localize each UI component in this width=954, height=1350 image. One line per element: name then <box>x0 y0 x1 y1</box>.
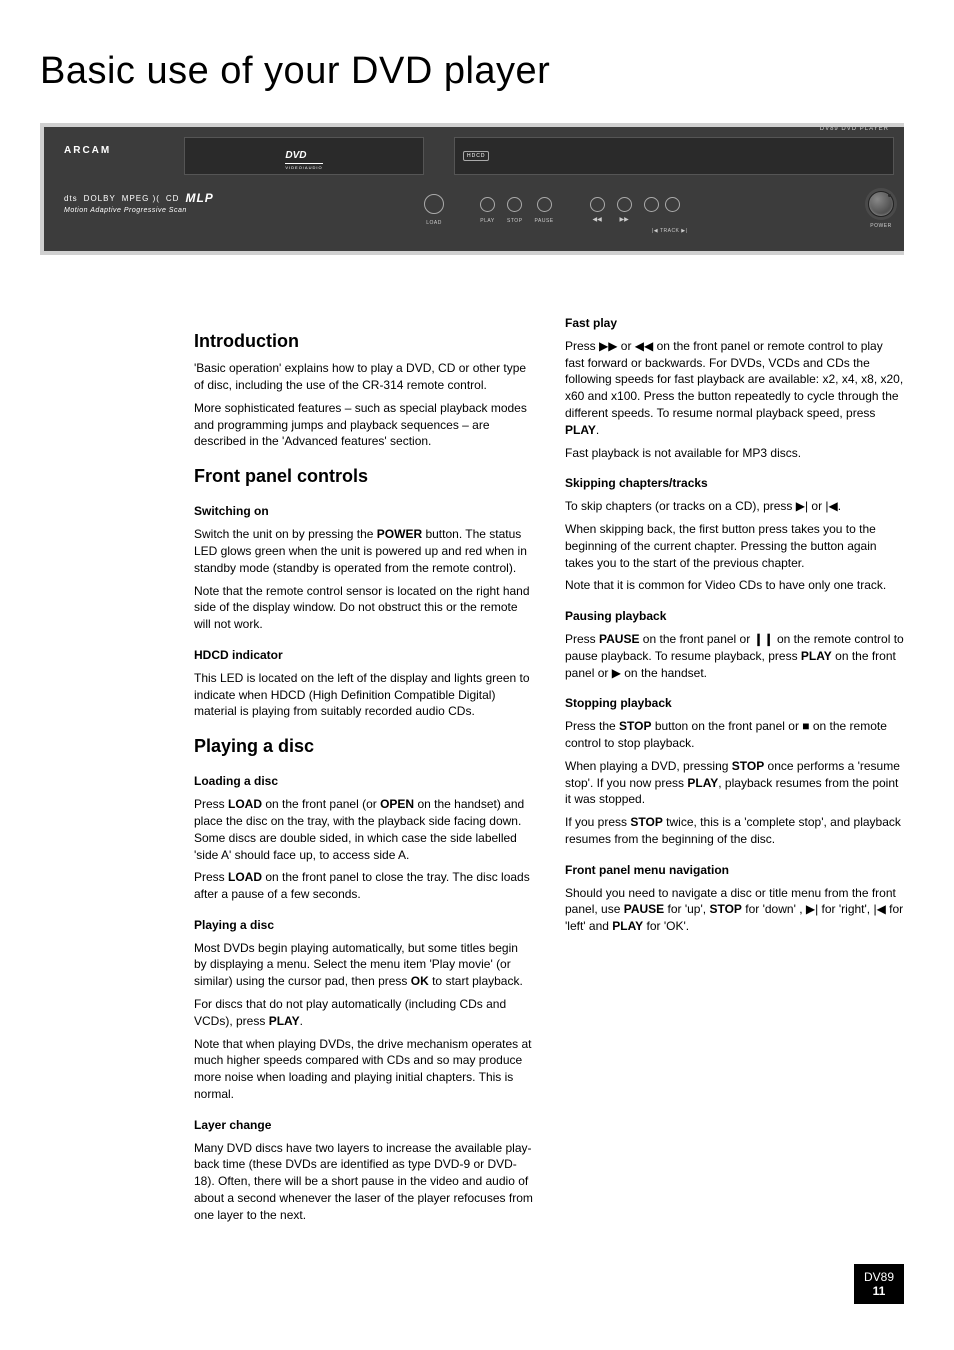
disc-tray: DVD VIDEO/AUDIO <box>184 137 424 175</box>
stop-p2: When playing a DVD, pressing STOP once p… <box>565 758 904 808</box>
stop-p1: Press the STOP button on the front panel… <box>565 718 904 752</box>
layer-heading: Layer change <box>194 1117 533 1134</box>
page-title: Basic use of your DVD player <box>40 50 904 93</box>
intro-p1: 'Basic operation' explains how to play a… <box>194 360 533 394</box>
menu-nav-p: Should you need to navigate a disc or ti… <box>565 885 904 935</box>
hdcd-p: This LED is located on the left of the d… <box>194 670 533 720</box>
dvd-logo: DVD <box>285 150 306 161</box>
playing-p1: Most DVDs begin playing automatically, b… <box>194 940 533 990</box>
power-button[interactable]: POWER <box>868 191 894 229</box>
skip-p1: To skip chapters (or tracks on a CD), pr… <box>565 498 904 515</box>
page-number: 11 <box>864 1284 894 1298</box>
track-label: |◀ TRACK ▶| <box>652 228 687 234</box>
model-label: DV89 DVD PLAYER <box>820 126 889 132</box>
switching-on-heading: Switching on <box>194 503 533 520</box>
layer-p: Many DVD discs have two layers to increa… <box>194 1140 533 1224</box>
switching-on-p1: Switch the unit on by pressing the POWER… <box>194 526 533 576</box>
stop-heading: Stopping playback <box>565 695 904 712</box>
loading-p2: Press LOAD on the front panel to close t… <box>194 869 533 903</box>
format-badges: dts DOLBY MPEG )( CD MLP <box>64 191 424 205</box>
hdcd-heading: HDCD indicator <box>194 647 533 664</box>
fast-p2: Fast playback is not available for MP3 d… <box>565 445 904 462</box>
playing-p3: Note that when playing DVDs, the drive m… <box>194 1036 533 1103</box>
maps-label: Motion Adaptive Progressive Scan <box>64 207 424 214</box>
playing-disc-heading: Playing a disc <box>194 917 533 934</box>
power-led-icon <box>888 194 891 197</box>
skip-p3: Note that it is common for Video CDs to … <box>565 577 904 594</box>
skip-heading: Skipping chapters/tracks <box>565 475 904 492</box>
brand-logo: ARCAM <box>64 145 184 156</box>
playing-heading: Playing a disc <box>194 734 533 759</box>
switching-on-p2: Note that the remote control sensor is l… <box>194 583 533 633</box>
page-footer: DV89 11 <box>40 1264 904 1305</box>
body-text: Introduction 'Basic operation' explains … <box>194 315 904 1224</box>
prev-track-button[interactable] <box>644 197 659 212</box>
next-track-button[interactable] <box>665 197 680 212</box>
device-front-panel: ARCAM DVD VIDEO/AUDIO DV89 DVD PLAYER HD… <box>40 123 904 255</box>
intro-heading: Introduction <box>194 329 533 354</box>
cd-badge: CD <box>166 194 180 203</box>
page-number-badge: DV89 11 <box>854 1264 904 1305</box>
pause-heading: Pausing playback <box>565 608 904 625</box>
skip-p2: When skipping back, the first button pre… <box>565 521 904 571</box>
display-window: DV89 DVD PLAYER HDCD <box>454 137 894 175</box>
mpeg-badge: MPEG )( <box>122 194 160 203</box>
dvd-logo-sub: VIDEO/AUDIO <box>285 163 322 170</box>
loading-p1: Press LOAD on the front panel (or OPEN o… <box>194 796 533 863</box>
intro-p2: More sophisticated features – such as sp… <box>194 400 533 450</box>
fpc-heading: Front panel controls <box>194 464 533 489</box>
right-column: Fast play Press ▶▶ or ◀◀ on the front pa… <box>565 315 904 1224</box>
footer-model: DV89 <box>864 1270 894 1284</box>
hdcd-indicator: HDCD <box>463 151 489 161</box>
fast-p1: Press ▶▶ or ◀◀ on the front panel or rem… <box>565 338 904 439</box>
dts-badge: dts <box>64 194 78 203</box>
mlp-badge: MLP <box>185 191 213 205</box>
dolby-badge: DOLBY <box>84 194 116 203</box>
loading-heading: Loading a disc <box>194 773 533 790</box>
menu-nav-heading: Front panel menu navigation <box>565 862 904 879</box>
left-column: Introduction 'Basic operation' explains … <box>194 315 533 1224</box>
fast-heading: Fast play <box>565 315 904 332</box>
stop-p3: If you press STOP twice, this is a 'comp… <box>565 814 904 848</box>
playing-p2: For discs that do not play automatically… <box>194 996 533 1030</box>
pause-p1: Press PAUSE on the front panel or ❙❙ on … <box>565 631 904 681</box>
